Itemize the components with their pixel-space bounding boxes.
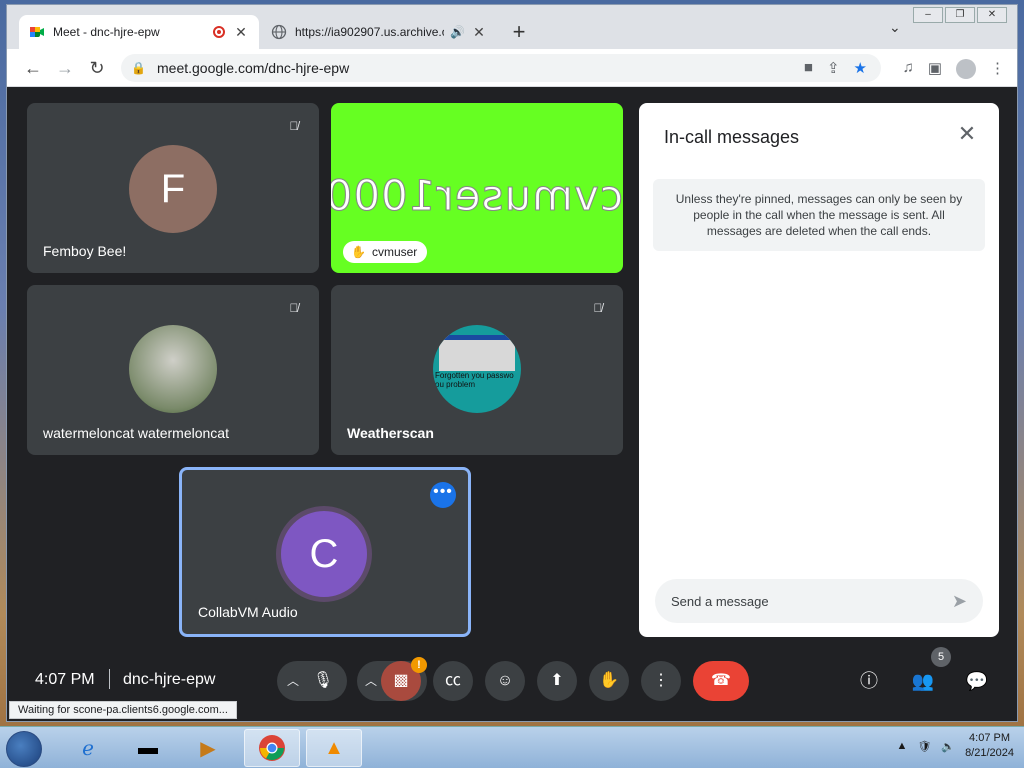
avatar-caption: Forgotten you passwo ou problem [435, 371, 514, 389]
url-text: meet.google.com/dnc-hjre-epw [157, 60, 350, 76]
leave-call-button[interactable]: ☎ [693, 661, 749, 701]
reload-icon[interactable]: ↻ [85, 57, 109, 81]
back-icon[interactable]: ← [21, 57, 45, 81]
captions-button[interactable]: ㏄ [433, 661, 473, 701]
avatar: C [276, 506, 372, 602]
audio-level-icon: ✋ [351, 245, 366, 259]
menu-kebab-icon[interactable]: ⋮ [990, 59, 1005, 79]
close-icon[interactable]: ✕ [953, 121, 981, 147]
message-placeholder: Send a message [671, 593, 769, 609]
chat-title: In-call messages [664, 127, 800, 147]
terminal-icon[interactable]: ▬ [120, 729, 176, 767]
internet-explorer-icon[interactable]: ℯ [60, 729, 116, 767]
system-clock[interactable]: 4:07 PM 8/21/2024 [965, 731, 1014, 761]
avatar-cat-photo [129, 325, 217, 413]
participant-name: CollabVM Audio [198, 604, 298, 620]
mic-off-icon: 🎙̸ [593, 301, 603, 315]
tab-archive[interactable]: https://ia902907.us.archive.org/ 🔊 ✕ [261, 15, 497, 49]
participant-name: Weatherscan [347, 425, 434, 441]
window-controls: – ❐ ✕ [913, 7, 1007, 23]
video-feed-text: cvmuser1000 [331, 171, 623, 221]
minimize-button[interactable]: – [913, 7, 943, 23]
close-window-button[interactable]: ✕ [977, 7, 1007, 23]
camera-icon[interactable]: ■ [804, 59, 813, 77]
bookmark-star-icon[interactable]: ★ [854, 59, 867, 77]
clock-time: 4:07 PM [35, 671, 95, 688]
vlc-icon[interactable]: ▲ [306, 729, 362, 767]
lock-icon: 🔒 [131, 61, 146, 75]
more-options-button[interactable]: ⋮ [641, 661, 681, 701]
chevron-up-icon[interactable]: ︿ [281, 661, 305, 701]
mic-off-icon: 🎙̸ [289, 301, 299, 315]
chrome-logo [259, 735, 285, 761]
participant-tile[interactable]: F 🎙̸ Femboy Bee! [27, 103, 319, 273]
new-tab-button[interactable]: + [507, 19, 531, 45]
tab-search-icon[interactable]: ⌄ [889, 19, 901, 36]
recording-icon [213, 26, 225, 38]
google-meet-icon [30, 27, 44, 37]
network-icon[interactable]: 🛡 [917, 740, 931, 753]
send-icon[interactable]: ➤ [952, 591, 967, 612]
media-controls-icon[interactable]: ♫ [903, 59, 914, 79]
warning-badge: ! [411, 657, 427, 673]
start-button[interactable] [6, 731, 42, 767]
participant-name: Femboy Bee! [43, 243, 127, 259]
profile-avatar[interactable] [956, 59, 976, 79]
tray-expand-icon[interactable]: ▲ [897, 740, 908, 752]
info-icon[interactable]: ⓘ [849, 661, 889, 701]
speaker-icon[interactable]: 🔊 [450, 25, 465, 39]
tab-meet[interactable]: Meet - dnc-hjre-epw ✕ [19, 15, 259, 49]
mic-button[interactable]: 🎙 [303, 661, 343, 701]
tab-strip: Meet - dnc-hjre-epw ✕ https://ia902907.u… [7, 5, 1017, 49]
participant-tile-focused[interactable]: C ••• CollabVM Audio [179, 467, 471, 637]
chat-panel: In-call messages ✕ Unless they're pinned… [639, 103, 999, 637]
globe-icon [271, 24, 287, 40]
chrome-icon[interactable] [244, 729, 300, 767]
close-tab-icon[interactable]: ✕ [471, 24, 487, 41]
taskbar: ℯ ▬ ▶ ▲ ▲ 🛡 🔈 4:07 PM 8/21/2024 [0, 726, 1024, 768]
browser-window: Meet - dnc-hjre-epw ✕ https://ia902907.u… [6, 4, 1018, 722]
divider [109, 669, 110, 689]
participant-tile[interactable]: cvmuser1000 ✋ cvmuser [331, 103, 623, 273]
chevron-up-icon[interactable]: ︿ [359, 661, 383, 701]
tab-title: Meet - dnc-hjre-epw [53, 25, 160, 39]
share-icon[interactable]: ⇪ [827, 59, 840, 77]
emoji-button[interactable]: ☺ [485, 661, 525, 701]
tab-title: https://ia902907.us.archive.org/ [295, 25, 444, 39]
avatar: F [129, 145, 217, 233]
participant-tile[interactable]: 🎙̸ watermeloncat watermeloncat [27, 285, 319, 455]
people-icon[interactable]: 👥 [903, 661, 943, 701]
media-player-icon[interactable]: ▶ [180, 729, 236, 767]
volume-icon[interactable]: 🔈 [941, 740, 955, 753]
raise-hand-button[interactable]: ✋ [589, 661, 629, 701]
name-pill: ✋ cvmuser [343, 241, 428, 263]
system-tray: ▲ 🛡 🔈 4:07 PM 8/21/2024 [897, 731, 1015, 761]
avatar-screenshot: Forgotten you passwo ou problem [433, 325, 521, 413]
status-bar: Waiting for scone-pa.clients6.google.com… [9, 701, 237, 719]
chat-notice: Unless they're pinned, messages can only… [653, 179, 985, 251]
toolbar-right: ♫ ▣ ⋮ [903, 59, 1005, 79]
participant-tile[interactable]: Forgotten you passwo ou problem 🎙̸ Weath… [331, 285, 623, 455]
present-screen-button[interactable]: ⬆ [537, 661, 577, 701]
chat-icon[interactable]: 💬 [957, 661, 997, 701]
side-controls: ⓘ 👥 💬 [849, 661, 997, 701]
participant-count-badge: 5 [931, 647, 951, 667]
browser-toolbar: ← → ↻ 🔒 meet.google.com/dnc-hjre-epw ■ ⇪… [7, 49, 1017, 87]
side-panel-icon[interactable]: ▣ [928, 59, 942, 79]
maximize-button[interactable]: ❐ [945, 7, 975, 23]
participant-name: cvmuser [371, 245, 418, 259]
message-input[interactable]: Send a message ➤ [655, 579, 983, 623]
forward-icon[interactable]: → [53, 57, 77, 81]
address-bar[interactable]: 🔒 meet.google.com/dnc-hjre-epw [121, 54, 881, 82]
clock-time: 4:07 PM [969, 732, 1011, 744]
meet-stage: F 🎙̸ Femboy Bee! cvmuser1000 ✋ cvmuser 🎙… [7, 87, 1017, 721]
mic-off-icon: 🎙̸ [289, 119, 299, 133]
more-options-button[interactable]: ••• [430, 482, 456, 508]
omnibox-actions: ■ ⇪ ★ [804, 59, 867, 77]
participant-name: watermeloncat watermeloncat [43, 425, 229, 441]
close-tab-icon[interactable]: ✕ [233, 24, 249, 41]
meeting-code: dnc-hjre-epw [123, 671, 216, 688]
clock-date: 8/21/2024 [965, 747, 1014, 759]
